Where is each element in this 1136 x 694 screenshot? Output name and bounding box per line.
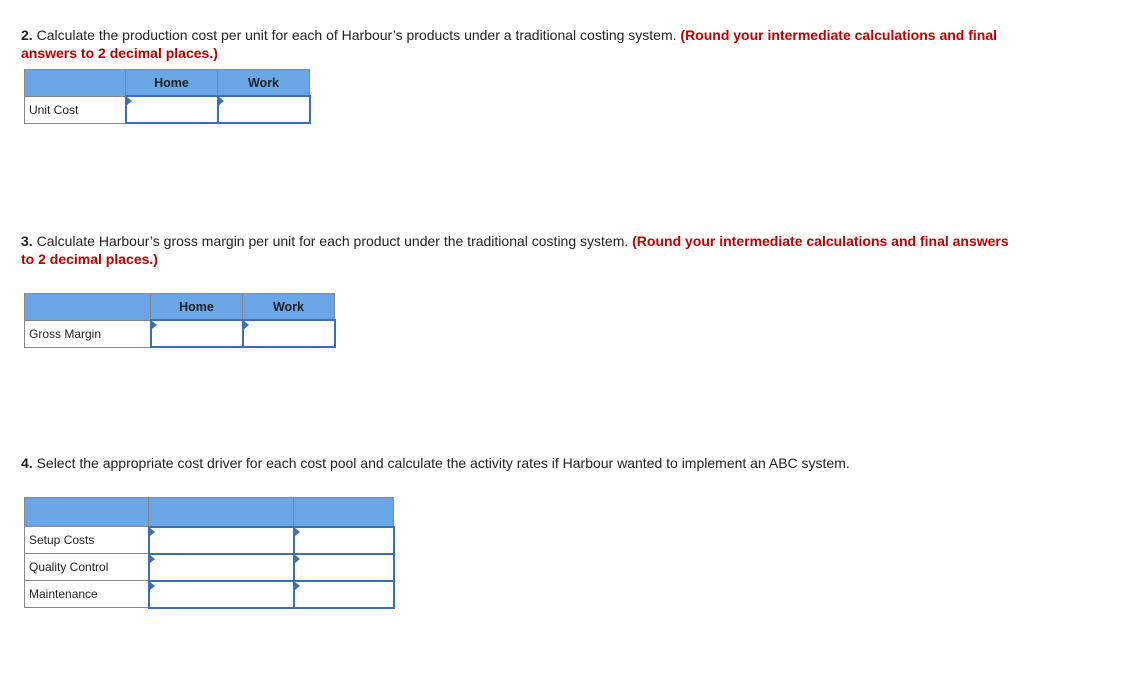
gross-margin-table: Home Work Gross Margin [24,293,336,348]
header-home: Home [125,69,218,97]
question-number: 3. [21,233,33,249]
question-3: 3. Calculate Harbour’s gross margin per … [21,232,1021,268]
header-activity-rate [293,497,394,527]
input-marker-icon [218,97,224,105]
header-blank [24,69,126,97]
table-row: Gross Margin [24,319,336,348]
input-marker-icon [126,97,132,105]
maintenance-driver-cell[interactable] [147,579,295,609]
quality-driver-cell[interactable] [147,552,295,582]
gross-margin-home-cell[interactable] [149,319,244,348]
maintenance-driver-input[interactable] [149,581,293,607]
row-label: Quality Control [24,553,149,581]
activity-rates-table: Setup Costs Quality Control Maintenance [24,497,395,609]
question-text: Calculate the production cost per unit f… [32,27,681,43]
question-2: 2. Calculate the production cost per uni… [21,26,1021,62]
unit-cost-home-cell[interactable] [124,95,219,124]
row-label: Maintenance [24,580,149,608]
setup-driver-input[interactable] [149,527,293,553]
table-row: Maintenance [24,579,395,609]
unit-cost-table: Home Work Unit Cost [24,69,311,124]
header-blank [24,293,151,321]
question-text: Calculate Harbour’s gross margin per uni… [32,233,633,249]
quality-driver-input[interactable] [149,554,293,580]
quality-rate-input[interactable] [294,554,393,580]
table-row: Unit Cost [24,95,311,124]
input-marker-icon [149,581,155,590]
row-label: Unit Cost [24,95,126,124]
maintenance-rate-input[interactable] [294,581,393,607]
question-number: 2. [21,27,33,43]
row-label: Gross Margin [24,319,151,348]
unit-cost-work-cell[interactable] [216,95,311,124]
header-work: Work [242,293,335,321]
row-label: Setup Costs [24,526,149,554]
quality-rate-cell[interactable] [292,552,395,582]
table-row: Setup Costs [24,525,395,555]
input-marker-icon [149,554,155,563]
question-text: Select the appropriate cost driver for e… [32,455,850,471]
input-marker-icon [294,527,300,536]
maintenance-rate-cell[interactable] [292,579,395,609]
table-row: Quality Control [24,552,395,582]
setup-rate-cell[interactable] [292,525,395,555]
input-marker-icon [243,321,249,329]
input-marker-icon [294,554,300,563]
input-marker-icon [149,527,155,536]
setup-rate-input[interactable] [294,527,393,553]
input-marker-icon [151,321,157,329]
unit-cost-work-input[interactable] [218,97,309,122]
gross-margin-work-cell[interactable] [241,319,336,348]
header-work: Work [217,69,310,97]
question-4: 4. Select the appropriate cost driver fo… [21,454,1021,472]
unit-cost-home-input[interactable] [126,97,217,122]
header-blank [24,497,149,527]
gross-margin-home-input[interactable] [151,321,242,346]
gross-margin-work-input[interactable] [243,321,334,346]
header-cost-driver [148,497,294,527]
header-home: Home [150,293,243,321]
setup-driver-cell[interactable] [147,525,295,555]
question-number: 4. [21,455,33,471]
input-marker-icon [294,581,300,590]
